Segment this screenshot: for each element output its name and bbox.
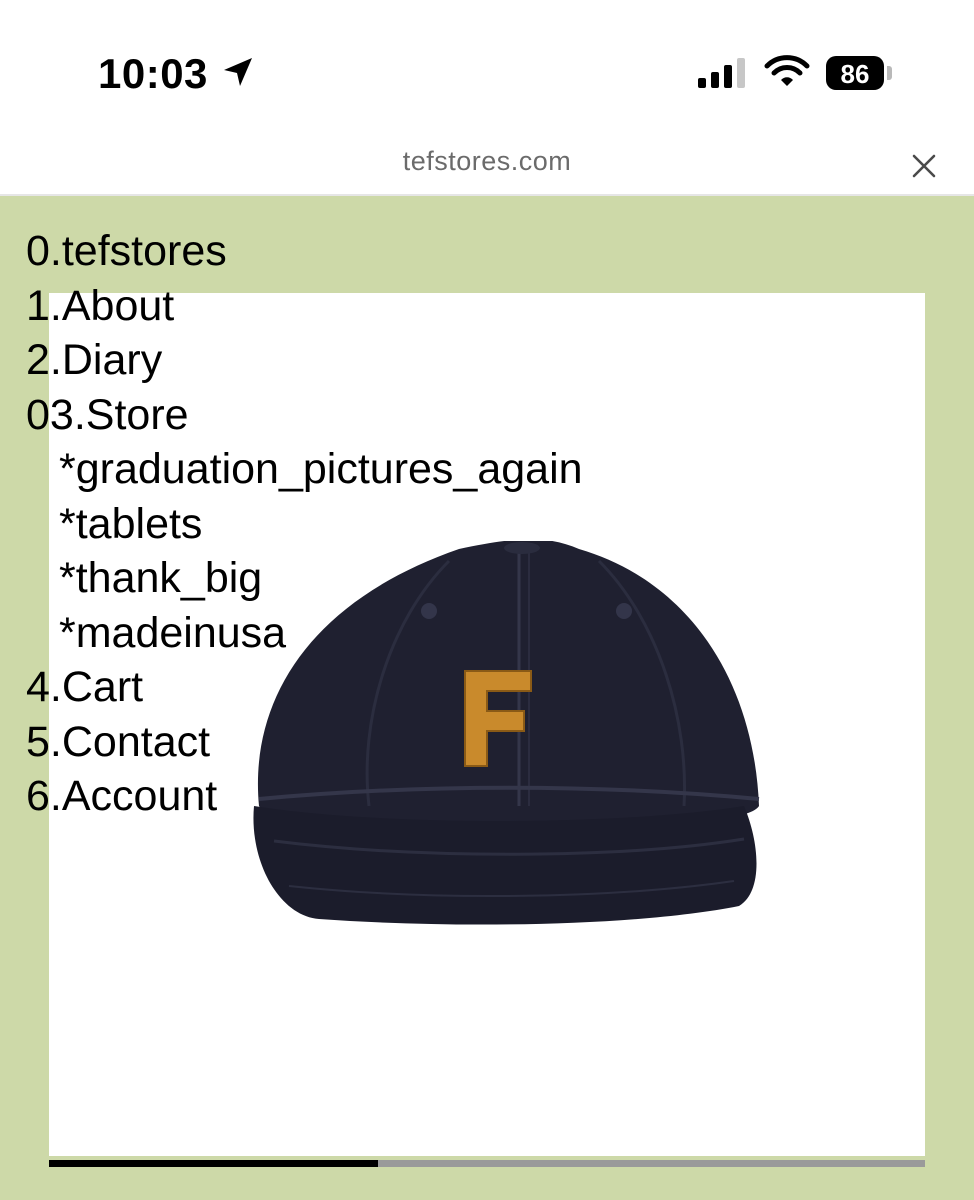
nav-store-graduation-pictures-again[interactable]: *graduation_pictures_again — [26, 442, 583, 497]
cellular-signal-icon — [698, 58, 745, 88]
nav-cart[interactable]: 4.Cart — [26, 660, 583, 715]
battery-nub — [887, 66, 892, 80]
close-icon[interactable] — [910, 152, 938, 180]
nav-account[interactable]: 6.Account — [26, 769, 583, 824]
image-slider-progress — [49, 1160, 925, 1167]
site-nav: 0.tefstores 1.About 2.Diary 03.Store *gr… — [26, 224, 583, 824]
nav-contact[interactable]: 5.Contact — [26, 715, 583, 770]
page-content: 0.tefstores 1.About 2.Diary 03.Store *gr… — [0, 196, 974, 1200]
nav-diary[interactable]: 2.Diary — [26, 333, 583, 388]
nav-store[interactable]: 03.Store — [26, 388, 583, 443]
location-arrow-icon — [224, 58, 252, 86]
status-bar: 10:03 86 — [0, 0, 974, 140]
nav-store-madeinusa[interactable]: *madeinusa — [26, 606, 583, 661]
nav-store-thank-big[interactable]: *thank_big — [26, 551, 583, 606]
image-slider-progress-fill — [49, 1160, 378, 1167]
battery-level: 86 — [840, 59, 870, 89]
nav-home[interactable]: 0.tefstores — [26, 224, 583, 279]
address-bar-url[interactable]: tefstores.com — [0, 146, 974, 177]
wifi-icon — [764, 55, 810, 86]
nav-about[interactable]: 1.About — [26, 279, 583, 334]
nav-store-tablets[interactable]: *tablets — [26, 497, 583, 552]
status-time: 10:03 — [98, 50, 208, 97]
